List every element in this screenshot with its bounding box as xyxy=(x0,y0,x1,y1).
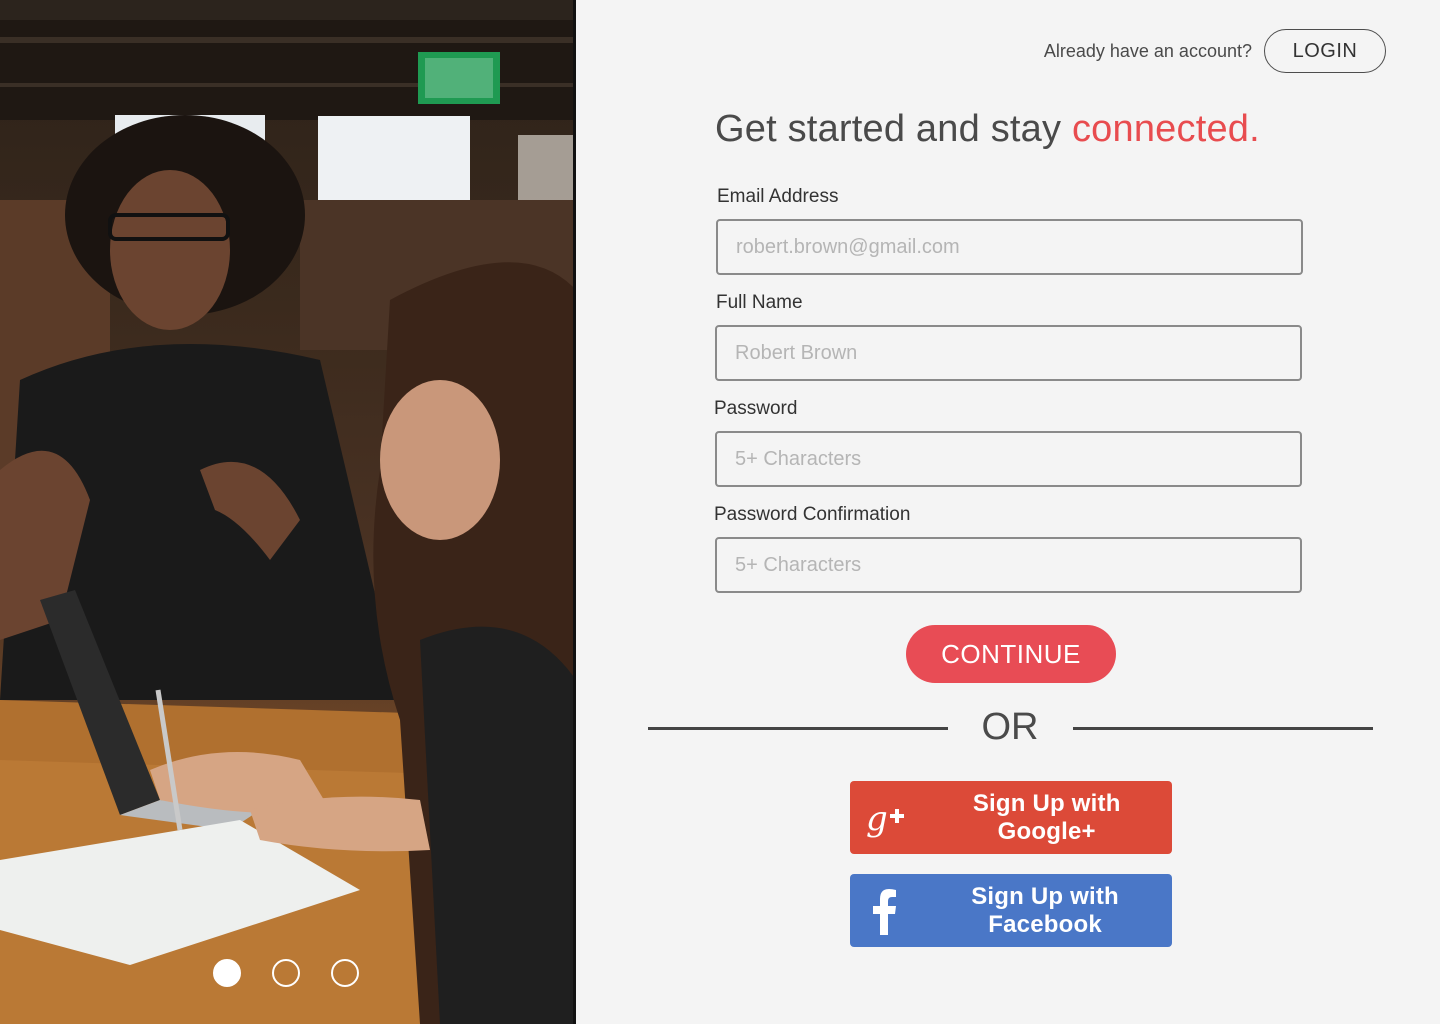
password-confirmation-field[interactable] xyxy=(715,537,1302,593)
headline-main: Get started and stay xyxy=(715,108,1072,150)
facebook-icon xyxy=(850,887,918,935)
password-label: Password xyxy=(714,398,798,419)
hero-illustration xyxy=(0,0,573,1024)
google-signup-button[interactable]: g Sign Up with Google+ xyxy=(850,781,1172,854)
password-confirmation-label: Password Confirmation xyxy=(714,504,911,525)
or-divider-text: OR xyxy=(981,706,1039,748)
headline-accent: connected. xyxy=(1071,108,1260,150)
carousel-dot-3[interactable] xyxy=(331,959,359,987)
divider-line-left xyxy=(648,727,948,730)
hero-photo xyxy=(0,0,576,1024)
divider-line-right xyxy=(1073,727,1373,730)
email-field[interactable] xyxy=(716,219,1303,275)
svg-text:g: g xyxy=(866,799,888,839)
carousel-dot-2[interactable] xyxy=(272,959,300,987)
page-title: Get started and stay connected. xyxy=(715,108,1260,151)
carousel-dot-1[interactable] xyxy=(213,959,241,987)
carousel-dots xyxy=(213,959,359,987)
login-button[interactable]: LOGIN xyxy=(1264,29,1386,73)
email-label: Email Address xyxy=(717,186,839,207)
password-field[interactable] xyxy=(715,431,1302,487)
account-prompt-text: Already have an account? xyxy=(1043,40,1252,61)
google-signup-label: Sign Up with Google+ xyxy=(972,789,1121,845)
full-name-field[interactable] xyxy=(715,325,1302,381)
signup-page: Already have an account? LOGIN Get start… xyxy=(0,0,1440,1024)
facebook-signup-label: Sign Up with Facebook xyxy=(971,882,1119,938)
google-plus-icon: g xyxy=(850,796,921,840)
facebook-signup-button[interactable]: Sign Up with Facebook xyxy=(850,874,1172,947)
full-name-label: Full Name xyxy=(716,292,803,313)
continue-button[interactable]: CONTINUE xyxy=(906,625,1116,683)
login-prompt-bar: Already have an account? LOGIN xyxy=(1044,29,1386,73)
